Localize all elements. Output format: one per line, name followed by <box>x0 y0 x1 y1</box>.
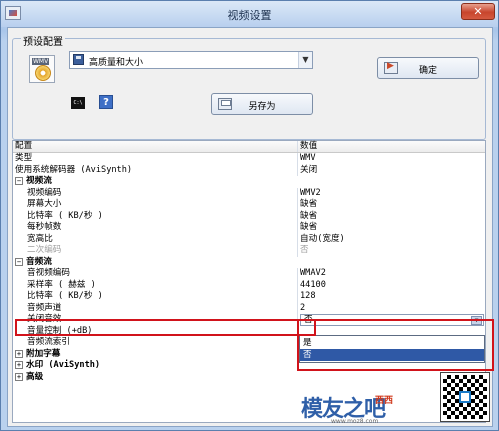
grid-row-video-bitrate[interactable]: 比特率 ( KB/秒 ) 缺省 <box>13 210 485 222</box>
collapse-icon[interactable]: − <box>15 177 23 185</box>
watermark-url: www.moz8.com <box>331 418 379 425</box>
window-title: 视频设置 <box>227 9 272 22</box>
header-key: 配置 <box>15 141 33 151</box>
expand-icon[interactable]: + <box>15 361 23 369</box>
close-button[interactable]: ✕ <box>461 3 495 20</box>
grid-row-screen-size[interactable]: 屏幕大小 缺省 <box>13 199 485 211</box>
grid-row-video-codec[interactable]: 视频编码 WMV2 <box>13 187 485 199</box>
annotation-box-row <box>15 319 316 336</box>
grid-category-audio[interactable]: − 音频流 <box>13 257 485 269</box>
preset-group-label: 预设配置 <box>21 33 65 48</box>
site-watermark: 模友之吧 西西 www.moz8.com <box>301 383 441 431</box>
video-settings-window: 视频设置 ✕ 预设配置 WMV 高质量和大小 ▼ 确定 C:\ ? 另存 <box>0 0 499 431</box>
chevron-down-icon[interactable]: ▼ <box>298 52 312 68</box>
save-as-button[interactable]: 另存为 <box>211 93 313 115</box>
close-icon: ✕ <box>473 5 483 18</box>
floppy-icon <box>73 54 84 65</box>
grid-row-system-decoder[interactable]: 使用系统解码器 (AviSynth) 关闭 <box>13 164 485 176</box>
grid-category-advanced[interactable]: + 高级 <box>13 372 485 384</box>
title-bar: 视频设置 ✕ <box>1 1 498 27</box>
grid-row-audio-bitrate[interactable]: 比特率 ( KB/秒 ) 128 <box>13 291 485 303</box>
preset-group: 预设配置 WMV 高质量和大小 ▼ 确定 C:\ ? 另存为 <box>12 33 486 140</box>
wmv-disc-icon: WMV <box>29 55 55 83</box>
grid-row-sample-rate[interactable]: 采样率 ( 赫兹 ) 44100 <box>13 279 485 291</box>
grid-header: 配置 数值 <box>13 141 485 153</box>
command-prompt-icon[interactable]: C:\ <box>71 97 85 109</box>
grid-row-type[interactable]: 类型 WMV <box>13 153 485 165</box>
grid-row-aspect-ratio[interactable]: 宽高比 自动(宽度) <box>13 233 485 245</box>
grid-row-audio-codec[interactable]: 音视频编码 WMAV2 <box>13 268 485 280</box>
qr-code-icon <box>440 372 490 422</box>
property-grid[interactable]: 配置 数值 类型 WMV 使用系统解码器 (AviSynth) 关闭 − 视频流 … <box>12 140 486 423</box>
watermark-small: 西西 <box>375 396 394 406</box>
grid-category-video[interactable]: − 视频流 <box>13 176 485 188</box>
expand-icon[interactable]: + <box>15 372 23 381</box>
collapse-icon[interactable]: − <box>15 257 23 266</box>
ok-button[interactable]: 确定 <box>377 57 479 79</box>
ok-button-label: 确定 <box>418 66 437 76</box>
annotation-box-dropdown <box>297 319 494 371</box>
grid-row-two-pass: 二次编码 否 <box>27 245 309 257</box>
save-as-button-label: 另存为 <box>248 102 276 112</box>
grid-row-audio-channels[interactable]: 音频声道 2 <box>13 302 485 314</box>
grid-row-fps[interactable]: 每秒帧数 缺省 <box>13 222 485 234</box>
help-icon[interactable]: ? <box>99 95 113 109</box>
header-value: 数值 <box>300 141 318 151</box>
preset-select-value: 高质量和大小 <box>89 58 144 68</box>
expand-icon[interactable]: + <box>15 349 23 358</box>
preset-select[interactable]: 高质量和大小 ▼ <box>69 51 313 69</box>
